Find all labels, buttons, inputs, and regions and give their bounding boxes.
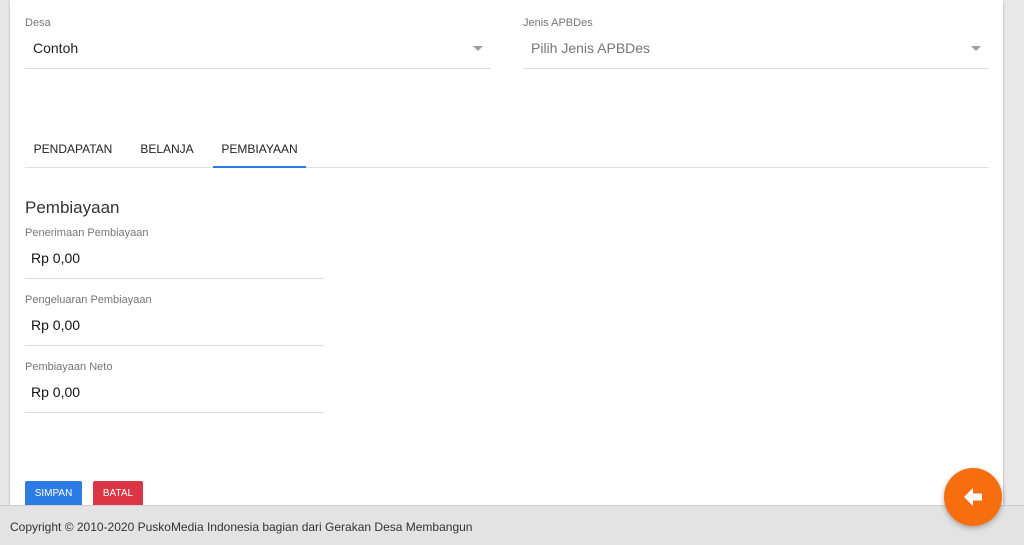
form-card: Desa Contoh Jenis APBDes Pilih Jenis APB… xyxy=(10,0,1003,505)
jenis-apbdes-placeholder: Pilih Jenis APBDes xyxy=(531,40,651,56)
desa-value: Contoh xyxy=(33,40,79,56)
pengeluaran-pembiayaan-value: Rp 0,00 xyxy=(31,317,81,333)
desa-select[interactable]: Desa Contoh xyxy=(25,16,491,69)
pembiayaan-neto-label: Pembiayaan Neto xyxy=(25,361,113,373)
tab-bar: PENDAPATAN BELANJA PEMBIAYAAN xyxy=(25,131,989,168)
tab-belanja[interactable]: BELANJA xyxy=(139,131,195,167)
jenis-apbdes-label: Jenis APBDes xyxy=(523,17,593,29)
copyright-text: Copyright © 2010-2020 PuskoMedia Indones… xyxy=(10,520,473,534)
jenis-apbdes-select[interactable]: Jenis APBDes Pilih Jenis APBDes xyxy=(523,16,989,69)
back-fab-button[interactable] xyxy=(944,468,1002,526)
pengeluaran-pembiayaan-label: Pengeluaran Pembiayaan xyxy=(25,294,152,306)
desa-label: Desa xyxy=(25,17,51,29)
penerimaan-pembiayaan-value: Rp 0,00 xyxy=(31,250,81,266)
pengeluaran-pembiayaan-field[interactable]: Pengeluaran Pembiayaan Rp 0,00 xyxy=(25,293,324,346)
section-title: Pembiayaan xyxy=(25,198,120,217)
pembiayaan-neto-value: Rp 0,00 xyxy=(31,384,81,400)
tab-pendapatan[interactable]: PENDAPATAN xyxy=(25,131,121,167)
cancel-button[interactable]: BATAL xyxy=(93,481,143,505)
footer: Copyright © 2010-2020 PuskoMedia Indones… xyxy=(0,505,1024,545)
caret-down-icon xyxy=(473,46,483,51)
caret-down-icon xyxy=(971,46,981,51)
arrow-left-icon xyxy=(964,488,982,506)
penerimaan-pembiayaan-field[interactable]: Penerimaan Pembiayaan Rp 0,00 xyxy=(25,226,324,279)
penerimaan-pembiayaan-label: Penerimaan Pembiayaan xyxy=(25,227,149,239)
tab-pembiayaan[interactable]: PEMBIAYAAN xyxy=(213,131,306,168)
save-button[interactable]: SIMPAN xyxy=(25,481,82,505)
pembiayaan-neto-field[interactable]: Pembiayaan Neto Rp 0,00 xyxy=(25,360,324,413)
